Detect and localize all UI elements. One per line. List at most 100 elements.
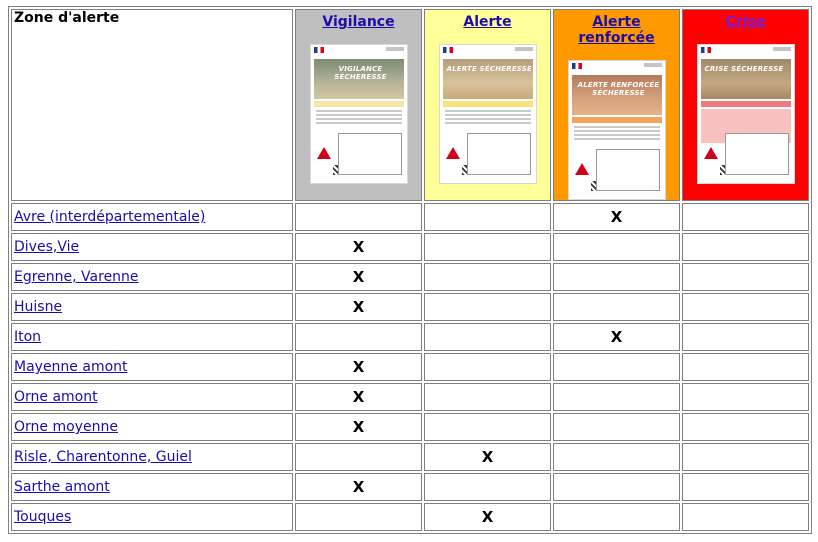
- crise-column-header: Crise CRISE SÉCHERESSE: [682, 9, 809, 201]
- level-mark-cell-v: X: [295, 473, 422, 501]
- level-mark-cell-a: [424, 383, 551, 411]
- zone-link[interactable]: Sarthe amont: [14, 479, 110, 495]
- level-mark-cell-v: X: [295, 383, 422, 411]
- zone-cell: Sarthe amont: [11, 473, 293, 501]
- level-mark-cell-v: [295, 443, 422, 471]
- alerte-renforcee-column-header: Alerte renforcée ALERTE RENFORCÉE SÉCHER…: [553, 9, 680, 201]
- level-mark-cell-a: X: [424, 443, 551, 471]
- zone-cell: Touques: [11, 503, 293, 531]
- level-mark-cell-v: X: [295, 293, 422, 321]
- table-row: Orne amont X: [11, 383, 809, 411]
- level-mark-cell-v: [295, 323, 422, 351]
- table-row: Dives,Vie X: [11, 233, 809, 261]
- level-mark-cell-a: [424, 293, 551, 321]
- level-mark-cell-c: [682, 263, 809, 291]
- zone-link[interactable]: Mayenne amont: [14, 359, 128, 375]
- table-row: Touques X: [11, 503, 809, 531]
- level-mark-cell-a: [424, 473, 551, 501]
- alerte-renforcee-poster-thumbnail[interactable]: ALERTE RENFORCÉE SÉCHERESSE: [567, 60, 666, 200]
- level-mark-cell-v: [295, 503, 422, 531]
- table-row: Avre (interdépartementale) X: [11, 203, 809, 231]
- zone-link[interactable]: Iton: [14, 329, 41, 345]
- vigilance-link[interactable]: Vigilance: [322, 14, 394, 30]
- level-mark-cell-a: [424, 353, 551, 381]
- zone-link[interactable]: Egrenne, Varenne: [14, 269, 139, 285]
- level-mark-cell-r: [553, 503, 680, 531]
- level-mark-cell-c: [682, 323, 809, 351]
- zone-link[interactable]: Touques: [14, 509, 71, 525]
- level-mark-cell-a: X: [424, 503, 551, 531]
- level-mark-cell-r: [553, 353, 680, 381]
- zone-cell: Orne moyenne: [11, 413, 293, 441]
- zone-cell: Orne amont: [11, 383, 293, 411]
- level-mark-cell-r: [553, 473, 680, 501]
- zone-cell: Risle, Charentonne, Guiel: [11, 443, 293, 471]
- alerte-poster-thumbnail[interactable]: ALERTE SÉCHERESSE: [438, 44, 537, 184]
- level-mark-cell-c: [682, 293, 809, 321]
- alerte-renforcee-link[interactable]: Alerte renforcée: [578, 14, 654, 46]
- level-mark-cell-r: [553, 293, 680, 321]
- alert-zones-panel: Zone d'alerte Vigilance VIGILANCE SÉCHER…: [8, 6, 812, 534]
- level-mark-cell-v: [295, 203, 422, 231]
- level-mark-cell-a: [424, 233, 551, 261]
- level-mark-cell-c: [682, 473, 809, 501]
- crise-poster-thumbnail[interactable]: CRISE SÉCHERESSE: [696, 44, 795, 184]
- zone-link[interactable]: Orne moyenne: [14, 419, 118, 435]
- zone-cell: Huisne: [11, 293, 293, 321]
- poster-title: ALERTE SÉCHERESSE: [446, 65, 533, 73]
- table-row: Orne moyenne X: [11, 413, 809, 441]
- zone-cell: Avre (interdépartementale): [11, 203, 293, 231]
- level-mark-cell-v: X: [295, 413, 422, 441]
- french-flag-icon: [571, 63, 582, 69]
- level-mark-cell-c: [682, 413, 809, 441]
- zone-column-header: Zone d'alerte: [11, 9, 293, 201]
- zone-cell: Dives,Vie: [11, 233, 293, 261]
- level-mark-cell-v: X: [295, 233, 422, 261]
- zone-link[interactable]: Huisne: [14, 299, 62, 315]
- zone-link[interactable]: Avre (interdépartementale): [14, 209, 205, 225]
- warning-triangle-icon: [574, 163, 589, 175]
- level-mark-cell-r: [553, 383, 680, 411]
- table-row: Iton X: [11, 323, 809, 351]
- vigilance-column-header: Vigilance VIGILANCE SÉCHERESSE: [295, 9, 422, 201]
- warning-triangle-icon: [316, 147, 331, 159]
- warning-triangle-icon: [445, 147, 460, 159]
- table-row: Egrenne, Varenne X: [11, 263, 809, 291]
- french-flag-icon: [700, 47, 711, 53]
- level-mark-cell-r: [553, 263, 680, 291]
- level-mark-cell-r: X: [553, 323, 680, 351]
- level-mark-cell-c: [682, 503, 809, 531]
- table-header-row: Zone d'alerte Vigilance VIGILANCE SÉCHER…: [11, 9, 809, 201]
- zone-cell: Iton: [11, 323, 293, 351]
- alert-zones-table: Zone d'alerte Vigilance VIGILANCE SÉCHER…: [8, 6, 812, 534]
- crise-link[interactable]: Crise: [726, 14, 766, 30]
- zone-link[interactable]: Dives,Vie: [14, 239, 79, 255]
- zone-link[interactable]: Risle, Charentonne, Guiel: [14, 449, 192, 465]
- level-mark-cell-a: [424, 263, 551, 291]
- poster-title: VIGILANCE SÉCHERESSE: [334, 65, 387, 81]
- alerte-link[interactable]: Alerte: [463, 14, 511, 30]
- level-mark-cell-c: [682, 353, 809, 381]
- level-mark-cell-r: [553, 413, 680, 441]
- table-row: Risle, Charentonne, Guiel X: [11, 443, 809, 471]
- table-row: Huisne X: [11, 293, 809, 321]
- vigilance-poster-thumbnail[interactable]: VIGILANCE SÉCHERESSE: [309, 44, 408, 184]
- level-mark-cell-c: [682, 383, 809, 411]
- french-flag-icon: [442, 47, 453, 53]
- level-mark-cell-r: [553, 233, 680, 261]
- level-mark-cell-c: [682, 203, 809, 231]
- zone-link[interactable]: Orne amont: [14, 389, 98, 405]
- poster-title: CRISE SÉCHERESSE: [704, 65, 784, 73]
- alerte-column-header: Alerte ALERTE SÉCHERESSE: [424, 9, 551, 201]
- level-mark-cell-r: X: [553, 203, 680, 231]
- french-flag-icon: [313, 47, 324, 53]
- level-mark-cell-a: [424, 323, 551, 351]
- zone-cell: Mayenne amont: [11, 353, 293, 381]
- level-mark-cell-r: [553, 443, 680, 471]
- level-mark-cell-c: [682, 233, 809, 261]
- level-mark-cell-v: X: [295, 263, 422, 291]
- poster-title: ALERTE RENFORCÉE SÉCHERESSE: [577, 81, 660, 97]
- level-mark-cell-a: [424, 413, 551, 441]
- level-mark-cell-a: [424, 203, 551, 231]
- table-row: Sarthe amont X: [11, 473, 809, 501]
